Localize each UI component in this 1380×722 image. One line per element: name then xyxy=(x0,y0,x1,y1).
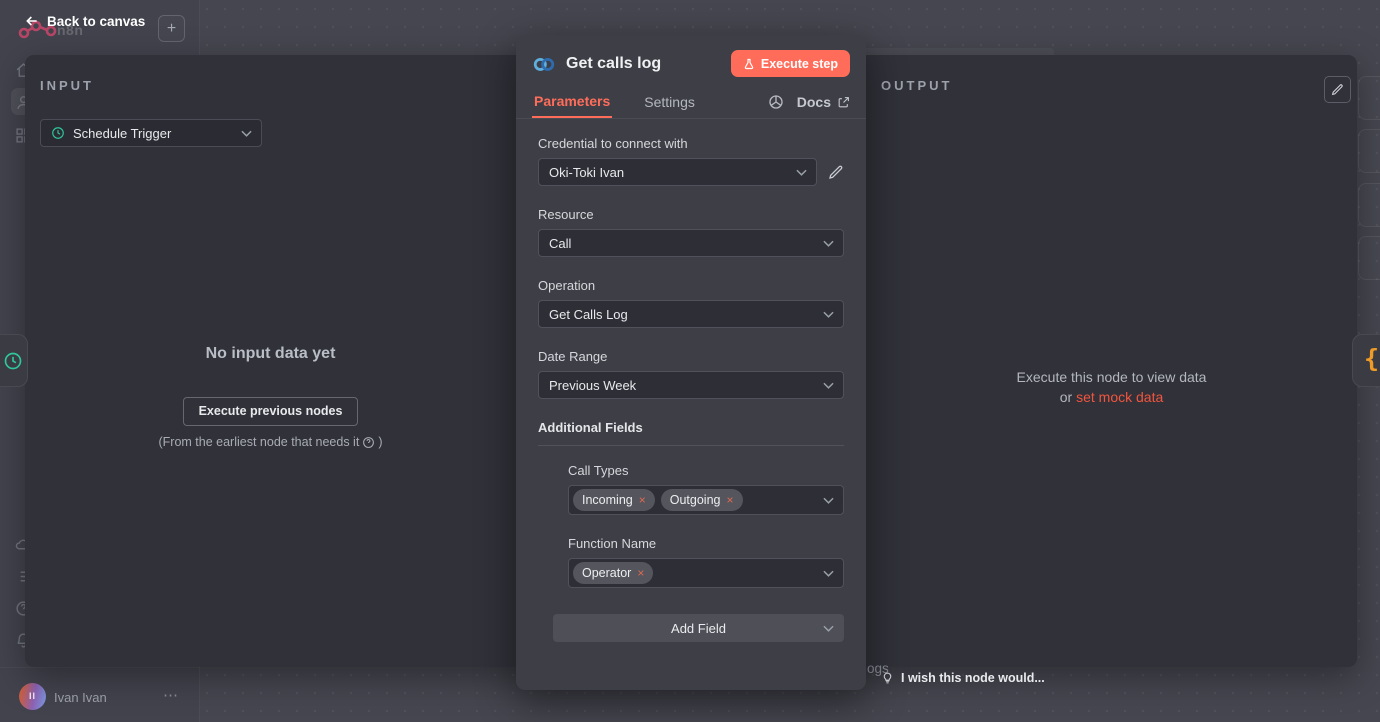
back-to-canvas-label: Back to canvas xyxy=(47,14,145,29)
edit-output-button[interactable] xyxy=(1324,76,1351,103)
question-circle-icon[interactable] xyxy=(362,436,375,449)
external-link-icon xyxy=(837,96,850,109)
tag-outgoing: Outgoing × xyxy=(661,489,743,511)
output-empty-or: or xyxy=(1060,389,1072,405)
modal-tabs: Parameters Settings Docs xyxy=(516,86,866,119)
chevron-down-icon xyxy=(796,169,807,176)
pencil-icon xyxy=(1331,83,1344,96)
input-source-value: Schedule Trigger xyxy=(73,126,171,141)
back-to-canvas-button[interactable]: Back to canvas xyxy=(24,13,145,29)
tag-incoming: Incoming × xyxy=(573,489,655,511)
app-window: n8n + II Ivan Ivan ⋯ Back to canvas INPU… xyxy=(0,0,1380,722)
node-feedback-text: I wish this node would... xyxy=(901,671,1045,685)
user-name: Ivan Ivan xyxy=(54,690,107,705)
input-note: (From the earliest node that needs it ) xyxy=(25,435,516,449)
new-workflow-button[interactable]: + xyxy=(158,15,185,42)
chevron-down-icon xyxy=(823,497,834,504)
operation-select[interactable]: Get Calls Log xyxy=(538,300,844,328)
input-empty-state: No input data yet Execute previous nodes… xyxy=(25,345,516,449)
oki-toki-cloud-icon xyxy=(532,55,556,72)
operation-value: Get Calls Log xyxy=(549,307,628,322)
tag-remove-icon[interactable]: × xyxy=(637,566,644,580)
output-pane-title: OUTPUT xyxy=(881,78,952,93)
edit-credential-pencil-icon[interactable] xyxy=(828,164,844,180)
function-name-label: Function Name xyxy=(568,536,844,551)
canvas-panel-item xyxy=(1358,183,1380,227)
chevron-down-icon xyxy=(823,382,834,389)
flask-icon xyxy=(743,58,755,70)
tag-operator: Operator × xyxy=(573,562,653,584)
credential-select[interactable]: Oki-Toki Ivan xyxy=(538,158,817,186)
credential-label: Credential to connect with xyxy=(538,136,844,151)
input-note-suffix: ) xyxy=(378,435,382,449)
avatar[interactable]: II xyxy=(19,683,46,710)
schedule-trigger-clock-icon xyxy=(3,351,23,371)
node-title[interactable]: Get calls log xyxy=(566,55,661,73)
chevron-down-icon xyxy=(823,570,834,577)
execute-step-button[interactable]: Execute step xyxy=(731,50,850,77)
back-arrow-icon xyxy=(24,13,40,29)
canvas-panel-item xyxy=(1358,236,1380,280)
output-empty-state: Execute this node to view data or set mo… xyxy=(866,367,1357,407)
date-range-value: Previous Week xyxy=(549,378,636,393)
tab-parameters[interactable]: Parameters xyxy=(532,86,612,118)
user-menu-ellipsis[interactable]: ⋯ xyxy=(163,686,178,704)
resource-value: Call xyxy=(549,236,571,251)
tag-remove-icon[interactable]: × xyxy=(639,493,646,507)
function-name-multiselect[interactable]: Operator × xyxy=(568,558,844,588)
chevron-down-icon xyxy=(241,130,252,137)
chevron-down-icon xyxy=(823,240,834,247)
tag-label: Outgoing xyxy=(670,493,721,507)
output-empty-line: Execute this node to view data xyxy=(866,367,1357,387)
input-source-select[interactable]: Schedule Trigger xyxy=(40,119,262,147)
input-note-prefix: (From the earliest node that needs it xyxy=(159,435,360,449)
docs-label: Docs xyxy=(797,94,831,110)
clock-icon xyxy=(51,126,65,140)
resource-label: Resource xyxy=(538,207,844,222)
input-pane-title: INPUT xyxy=(40,78,94,93)
date-range-label: Date Range xyxy=(538,349,844,364)
sidebar-user-area: II Ivan Ivan ⋯ xyxy=(0,667,200,722)
input-empty-title: No input data yet xyxy=(25,345,516,363)
tag-label: Incoming xyxy=(582,493,633,507)
canvas-panel-item xyxy=(1358,76,1380,120)
parameters-panel: Credential to connect with Oki-Toki Ivan… xyxy=(516,119,866,642)
tab-settings[interactable]: Settings xyxy=(642,86,697,118)
canvas-panel-item xyxy=(1358,129,1380,173)
operation-label: Operation xyxy=(538,278,844,293)
set-mock-data-link[interactable]: set mock data xyxy=(1076,389,1163,405)
lightbulb-icon xyxy=(881,670,894,686)
circle-nodes-icon[interactable] xyxy=(768,94,784,110)
chevron-down-icon xyxy=(823,311,834,318)
resource-select[interactable]: Call xyxy=(538,229,844,257)
additional-fields-title: Additional Fields xyxy=(538,420,844,435)
docs-link[interactable]: Docs xyxy=(797,94,850,110)
tag-label: Operator xyxy=(582,566,631,580)
divider xyxy=(538,445,844,446)
execute-previous-nodes-button[interactable]: Execute previous nodes xyxy=(183,397,359,426)
brace-icon: { xyxy=(1364,344,1379,373)
tag-remove-icon[interactable]: × xyxy=(726,493,733,507)
node-settings-modal: Get calls log Execute step Parameters Se… xyxy=(516,35,866,690)
call-types-label: Call Types xyxy=(568,463,844,478)
call-types-multiselect[interactable]: Incoming × Outgoing × xyxy=(568,485,844,515)
input-node-stub[interactable] xyxy=(0,334,28,387)
output-node-stub[interactable]: { xyxy=(1352,334,1380,387)
execute-step-label: Execute step xyxy=(761,57,838,71)
chevron-down-icon xyxy=(823,625,834,632)
credential-value: Oki-Toki Ivan xyxy=(549,165,624,180)
node-feedback-link[interactable]: I wish this node would... xyxy=(881,670,1045,686)
add-field-button[interactable]: Add Field xyxy=(553,614,844,642)
modal-header: Get calls log Execute step xyxy=(516,35,866,86)
additional-fields-section: Call Types Incoming × Outgoing × xyxy=(568,463,844,588)
date-range-select[interactable]: Previous Week xyxy=(538,371,844,399)
add-field-label: Add Field xyxy=(671,621,726,636)
